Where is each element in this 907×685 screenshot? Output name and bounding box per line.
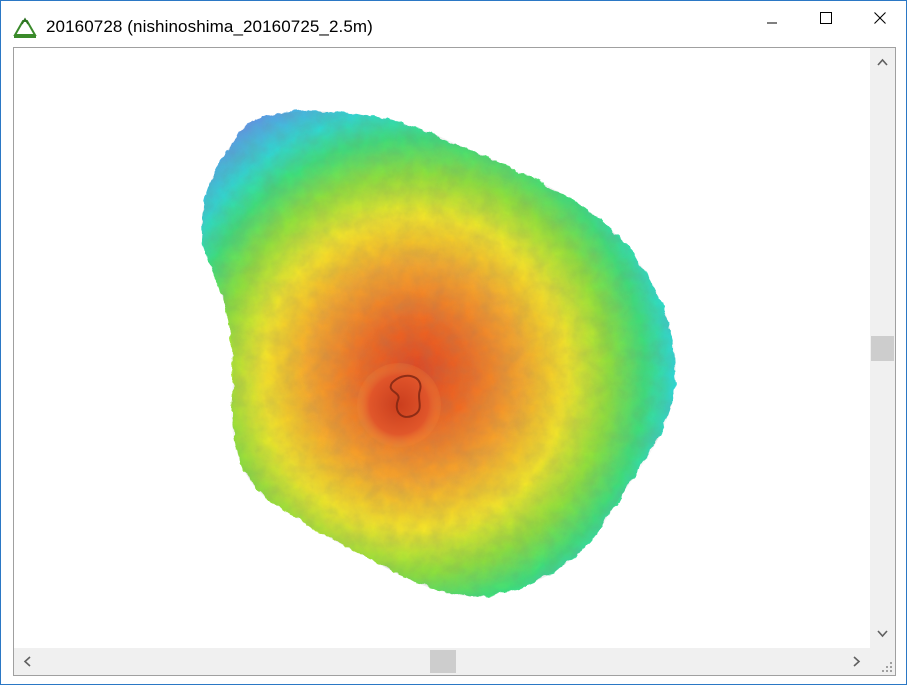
maximize-button[interactable]: [799, 1, 853, 35]
title-bar[interactable]: 20160728 (nishinoshima_20160725_2.5m): [1, 1, 906, 47]
chevron-left-icon: [23, 656, 31, 667]
resize-grip-icon: [882, 662, 892, 672]
scroll-down-button[interactable]: [870, 620, 895, 648]
minimize-icon: [767, 22, 777, 24]
scroll-up-button[interactable]: [870, 48, 895, 76]
scroll-right-button[interactable]: [844, 648, 870, 675]
scroll-left-button[interactable]: [14, 648, 40, 675]
volcano-terrain-icon: [13, 17, 37, 38]
close-icon: [874, 12, 886, 24]
crater: [357, 363, 441, 447]
app-window: 20160728 (nishinoshima_20160725_2.5m): [0, 0, 907, 685]
chevron-up-icon: [877, 58, 888, 66]
resize-corner[interactable]: [870, 648, 895, 675]
vertical-scrollbar[interactable]: [870, 48, 895, 648]
horizontal-scroll-thumb[interactable]: [430, 650, 456, 673]
horizontal-scrollbar[interactable]: [14, 648, 870, 675]
chevron-down-icon: [877, 630, 888, 638]
island-relief-map: [201, 111, 676, 597]
window-title: 20160728 (nishinoshima_20160725_2.5m): [46, 17, 373, 36]
map-canvas[interactable]: [14, 48, 870, 648]
maximize-icon: [820, 12, 832, 24]
vertical-scroll-thumb[interactable]: [871, 336, 894, 361]
map-viewport: [13, 47, 896, 676]
minimize-button[interactable]: [745, 1, 799, 35]
chevron-right-icon: [853, 656, 861, 667]
close-button[interactable]: [853, 1, 907, 35]
